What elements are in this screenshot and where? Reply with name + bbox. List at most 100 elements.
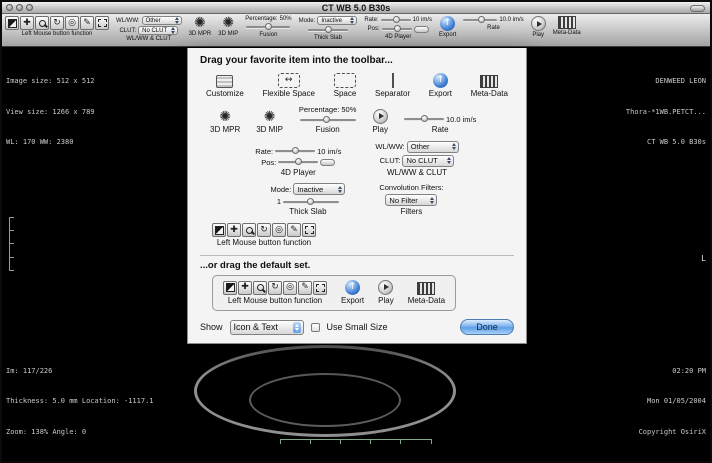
palette-item-4dplayer[interactable]: Rate: 10 im/s Pos: 4D Player [255,147,341,178]
zoom-button[interactable] [26,4,33,11]
thickslab-slider[interactable] [308,26,348,34]
wlww-tool-icon[interactable] [223,281,237,295]
slider-thumb[interactable] [323,116,330,123]
minimize-button[interactable] [16,4,23,11]
palette-item-mouse-function[interactable]: ✚ ↻ ◎ ✎ Left Mouse button function [212,223,316,248]
done-button[interactable]: Done [460,319,514,335]
zoom-tool-icon[interactable] [253,281,267,295]
4d-play-button[interactable] [414,26,429,33]
pan-tool-icon[interactable]: ✚ [227,223,241,237]
slider-thumb[interactable] [421,115,428,122]
show-mode-select[interactable]: Icon & Text [230,320,304,335]
move-icon: ✚ [230,226,238,235]
wlww-tool-icon[interactable] [212,223,226,237]
toolbar-item-play[interactable]: Play [531,16,546,39]
magnifier-icon [246,227,253,234]
thickslab-group-label: Thick Slab [314,35,342,42]
slider-thumb[interactable] [292,147,299,154]
wlww-select[interactable]: Other [407,141,459,153]
palette-item-separator[interactable]: Separator [375,73,410,99]
toolbar-item-3dmip[interactable]: ✺ 3D MIP [218,16,238,38]
rotate-icon: ↻ [260,226,268,235]
rotate-icon: ↻ [53,19,61,28]
rotate-tool-icon[interactable]: ↻ [257,223,271,237]
roi-tool-icon[interactable] [313,281,327,295]
palette-item-rate[interactable]: 10.0 im/s Rate [404,115,476,135]
separator-icon [392,73,394,88]
toolbar-toggle-button[interactable] [690,5,705,12]
4d-pos-slider[interactable] [278,158,318,166]
dialog-divider [200,255,514,256]
slider-thumb[interactable] [307,198,314,205]
convolution-label: Convolution Filters: [379,183,443,192]
overlay-bottom-right: 02:20 PM Mon 01/05/2004 Copyright OsiriX [639,345,706,457]
slider-thumb[interactable] [295,158,302,165]
4d-rate-slider[interactable] [381,16,411,24]
3d-mpr-icon: ✺ [219,110,231,124]
scroll-icon: ◎ [286,283,294,292]
palette-item-filters[interactable]: Convolution Filters: No Filter Filters [379,183,443,217]
wlww-select[interactable]: Other [142,16,182,25]
palette-item-3dmpr[interactable]: ✺ 3D MPR [210,110,240,135]
zoom-tool-icon[interactable] [242,223,256,237]
4d-pos-slider[interactable] [382,25,412,33]
use-small-size-checkbox[interactable] [311,323,320,332]
default-metadata[interactable]: Meta-Data [408,282,445,306]
toolbar-item-export[interactable]: ↑ Export [439,16,456,39]
palette-item-metadata[interactable]: Meta-Data [471,75,508,99]
slab-mode-select[interactable]: Inactive [317,16,357,25]
scroll-tool-icon[interactable]: ◎ [65,16,79,30]
zoom-tool-icon[interactable] [35,16,49,30]
pan-tool-icon[interactable]: ✚ [20,16,34,30]
mode-label: Mode: [299,18,316,24]
patient-name-text: DENWEED LEON [626,76,706,86]
thickslab-slider[interactable] [283,198,339,206]
export-icon: ↑ [440,16,455,31]
palette-item-flexible-space[interactable]: ↔ Flexible Space [262,73,314,99]
palette-item-wlclut[interactable]: WL/WW: Other CLUT: No CLUT WL/WW & CLUT [375,141,458,178]
pan-tool-icon[interactable]: ✚ [238,281,252,295]
palette-item-thickslab[interactable]: Mode: Inactive 1 Thick Slab [270,183,345,217]
slider-thumb[interactable] [325,26,332,33]
palette-item-fusion[interactable]: Percentage: 50% Fusion [299,105,356,135]
rotate-tool-icon[interactable]: ↻ [50,16,64,30]
roi-tool-icon[interactable] [95,16,109,30]
clut-select[interactable]: No CLUT [138,26,178,35]
palette-item-space[interactable]: Space [334,73,357,99]
default-toolbar-set[interactable]: ✚ ↻ ◎ ✎ Left Mouse button function ↑ Exp… [212,275,456,311]
toolbar-item-3dmpr[interactable]: ✺ 3D MPR [189,16,212,38]
clut-select[interactable]: No CLUT [402,155,454,167]
palette-item-play[interactable]: Play [372,109,388,135]
rate-slider[interactable] [404,115,444,123]
measure-tool-icon[interactable]: ✎ [287,223,301,237]
4d-play-button[interactable] [320,159,335,166]
palette-item-3dmip[interactable]: ✺ 3D MIP [256,110,283,135]
palette-item-export[interactable]: ↑ Export [429,73,452,99]
measure-tool-icon[interactable]: ✎ [298,281,312,295]
default-mouse-function[interactable]: ✚ ↻ ◎ ✎ Left Mouse button function [223,281,327,306]
roi-icon [316,284,325,292]
rate-slider[interactable] [463,16,497,24]
close-button[interactable] [6,4,13,11]
filter-select[interactable]: No Filter [385,194,437,206]
palette-row-2: ✺ 3D MPR ✺ 3D MIP Percentage: 50% Fusion… [200,105,514,135]
wlww-tool-icon[interactable] [5,16,19,30]
default-export[interactable]: ↑ Export [341,280,364,306]
fusion-slider[interactable] [300,116,356,124]
slider-thumb[interactable] [478,16,485,23]
slab-mode-select[interactable]: Inactive [293,183,345,195]
slider-thumb[interactable] [393,16,400,23]
palette-item-customize[interactable]: Customize [206,75,244,99]
toolbar-item-metadata[interactable]: Meta-Data [553,16,581,37]
rotate-tool-icon[interactable]: ↻ [268,281,282,295]
measure-tool-icon[interactable]: ✎ [80,16,94,30]
slider-thumb[interactable] [394,25,401,32]
default-play[interactable]: Play [378,280,394,306]
4d-rate-slider[interactable] [275,147,315,155]
scroll-tool-icon[interactable]: ◎ [272,223,286,237]
roi-tool-icon[interactable] [302,223,316,237]
fusion-slider[interactable] [246,23,290,31]
slider-thumb[interactable] [265,23,272,30]
percentage-label: Percentage: [299,105,339,114]
scroll-tool-icon[interactable]: ◎ [283,281,297,295]
